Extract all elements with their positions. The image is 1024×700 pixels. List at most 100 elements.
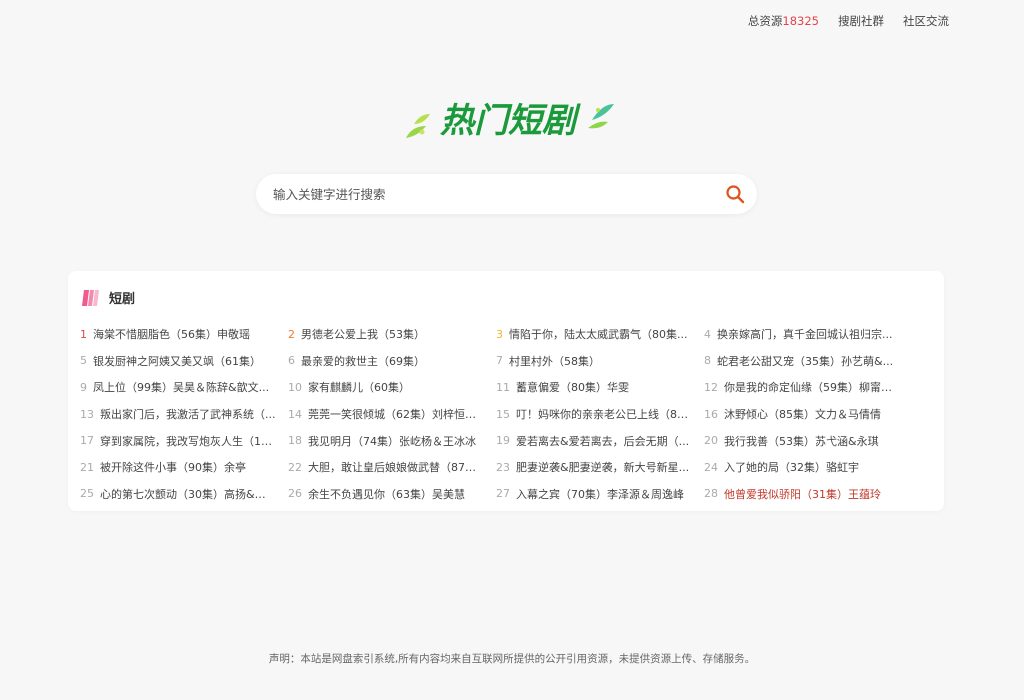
item-rank: 11 — [496, 380, 510, 394]
list-item[interactable]: 4 换亲嫁高门，真千金回城认祖归宗... — [704, 321, 912, 348]
list-item[interactable]: 20 我行我善（53集）苏弋涵&永琪 — [704, 427, 912, 454]
item-title: 海棠不惜胭脂色（56集）申敬瑶 — [93, 328, 250, 342]
item-title: 男德老公爱上我（53集） — [301, 328, 425, 342]
item-title: 情陷于你，陆太太威武霸气（80集... — [509, 328, 688, 342]
list-item[interactable]: 23 肥妻逆袭&肥妻逆袭，新大号新星... — [496, 454, 704, 481]
list-item[interactable]: 9 凤上位（99集）吴昊＆陈辞&歆文... — [80, 374, 288, 401]
item-rank: 3 — [496, 327, 503, 341]
item-rank: 1 — [80, 327, 87, 341]
item-title: 被开除这件小事（90集）余亭 — [100, 461, 246, 475]
item-rank: 21 — [80, 460, 94, 474]
item-title: 蓄意偏爱（80集）华雯 — [516, 381, 629, 395]
item-title: 余生不负遇见你（63集）吴美慧 — [308, 487, 465, 501]
item-rank: 12 — [704, 380, 718, 394]
item-title: 爱若离去&爱若离去，后会无期（... — [516, 434, 690, 448]
total-resources: 总资源18325 — [747, 14, 819, 28]
top-nav: 总资源18325 搜剧社群 社区交流 — [748, 13, 949, 29]
footer-disclaimer: 声明：本站是网盘索引系统,所有内容均来自互联网所提供的公开引用资源，未提供资源上… — [268, 653, 756, 665]
item-title: 我行我善（53集）苏弋涵&永琪 — [724, 434, 879, 448]
drama-list: 1 海棠不惜胭脂色（56集）申敬瑶 2 男德老公爱上我（53集） 3 情陷于你，陆太太威武… — [80, 321, 936, 507]
item-rank: 27 — [496, 487, 510, 501]
item-rank: 15 — [496, 407, 510, 421]
list-item[interactable]: 12 你是我的命定仙缘（59集）柳甯&... — [704, 374, 912, 401]
site-logo: 热门短剧 — [402, 96, 616, 146]
item-rank: 18 — [288, 434, 302, 448]
item-title: 凤上位（99集）吴昊＆陈辞&歆文... — [93, 381, 270, 395]
item-title: 肥妻逆袭&肥妻逆袭，新大号新星... — [516, 461, 690, 475]
list-item[interactable]: 13 叛出家门后，我激活了武神系统（... — [80, 401, 288, 428]
nav-link-community-forum[interactable]: 社区交流 — [903, 13, 949, 29]
list-item[interactable]: 8 蛇君老公甜又宠（35集）孙艺萌&... — [704, 348, 912, 375]
item-rank: 17 — [80, 434, 94, 448]
section-header: 短剧 — [82, 288, 135, 307]
list-item[interactable]: 1 海棠不惜胭脂色（56集）申敬瑶 — [80, 321, 288, 348]
search-button[interactable] — [713, 174, 757, 214]
item-title: 心的第七次颤动（30集）高扬&李... — [100, 487, 276, 501]
list-item[interactable]: 24 入了她的局（32集）骆虹宇 — [704, 454, 912, 481]
drama-list-card: 短剧 1 海棠不惜胭脂色（56集）申敬瑶 2 男德老公爱上我（53集） 3 情陷于你，陆太… — [68, 271, 944, 511]
item-title: 银发厨神之阿姨又美又飒（61集） — [93, 354, 261, 368]
nav-link-community-group[interactable]: 搜剧社群 — [838, 13, 884, 29]
item-title: 沐野倾心（85集）文力＆马倩倩 — [724, 408, 881, 422]
item-rank: 28 — [704, 487, 718, 501]
list-item[interactable]: 19 爱若离去&爱若离去，后会无期（... — [496, 427, 704, 454]
item-rank: 22 — [288, 460, 302, 474]
item-rank: 25 — [80, 487, 94, 501]
list-item[interactable]: 21 被开除这件小事（90集）余亭 — [80, 454, 288, 481]
item-rank: 5 — [80, 354, 87, 368]
item-rank: 8 — [704, 354, 711, 368]
item-rank: 24 — [704, 460, 718, 474]
item-title: 蛇君老公甜又宠（35集）孙艺萌&... — [717, 354, 894, 368]
item-title: 入了她的局（32集）骆虹宇 — [724, 461, 859, 475]
list-item[interactable]: 27 入幕之宾（70集）李泽源＆周逸峰 — [496, 481, 704, 508]
list-item[interactable]: 17 穿到家属院，我改写炮灰人生（11... — [80, 427, 288, 454]
list-item[interactable]: 15 叮！妈咪你的亲亲老公已上线（83... — [496, 401, 704, 428]
item-title: 换亲嫁高门，真千金回城认祖归宗... — [717, 328, 893, 342]
list-item[interactable]: 28 他曾爱我似骄阳（31集）王蕴玲 — [704, 481, 912, 508]
list-item[interactable]: 11 蓄意偏爱（80集）华雯 — [496, 374, 704, 401]
list-item[interactable]: 18 我见明月（74集）张屹杨＆王冰冰 — [288, 427, 496, 454]
list-item[interactable]: 26 余生不负遇见你（63集）吴美慧 — [288, 481, 496, 508]
search-input[interactable] — [256, 174, 713, 214]
item-title: 我见明月（74集）张屹杨＆王冰冰 — [308, 434, 476, 448]
item-title: 大胆，敢让皇后娘娘做武替（87集... — [308, 461, 484, 475]
item-rank: 26 — [288, 487, 302, 501]
list-item[interactable]: 2 男德老公爱上我（53集） — [288, 321, 496, 348]
list-item[interactable]: 6 最亲爱的救世主（69集） — [288, 348, 496, 375]
item-rank: 4 — [704, 327, 711, 341]
item-rank: 6 — [288, 354, 295, 368]
list-item[interactable]: 14 莞莞一笑很倾城（62集）刘梓恒&... — [288, 401, 496, 428]
item-title: 叮！妈咪你的亲亲老公已上线（83... — [516, 408, 692, 422]
bookmark-stripes-icon — [82, 289, 99, 306]
item-title: 他曾爱我似骄阳（31集）王蕴玲 — [724, 487, 881, 501]
item-title: 家有麒麟儿（60集） — [308, 381, 410, 395]
logo-text: 热门短剧 — [440, 101, 581, 141]
list-item[interactable]: 10 家有麒麟儿（60集） — [288, 374, 496, 401]
item-title: 穿到家属院，我改写炮灰人生（11... — [100, 434, 276, 448]
item-rank: 7 — [496, 354, 503, 368]
item-rank: 20 — [704, 434, 718, 448]
list-item[interactable]: 22 大胆，敢让皇后娘娘做武替（87集... — [288, 454, 496, 481]
item-title: 叛出家门后，我激活了武神系统（... — [100, 408, 276, 422]
list-item[interactable]: 5 银发厨神之阿姨又美又飒（61集） — [80, 348, 288, 375]
item-rank: 9 — [80, 380, 87, 394]
item-rank: 10 — [288, 380, 302, 394]
item-title: 入幕之宾（70集）李泽源＆周逸峰 — [516, 487, 684, 501]
search-box — [256, 174, 757, 214]
item-title: 你是我的命定仙缘（59集）柳甯&... — [724, 381, 900, 395]
item-title: 村里村外（58集） — [509, 354, 600, 368]
item-title: 最亲爱的救世主（69集） — [301, 354, 425, 368]
section-title: 短剧 — [109, 292, 136, 307]
list-item[interactable]: 3 情陷于你，陆太太威武霸气（80集... — [496, 321, 704, 348]
list-item[interactable]: 7 村里村外（58集） — [496, 348, 704, 375]
search-icon — [726, 185, 745, 204]
item-rank: 14 — [288, 407, 302, 421]
list-item[interactable]: 25 心的第七次颤动（30集）高扬&李... — [80, 481, 288, 508]
item-rank: 13 — [80, 407, 94, 421]
list-item[interactable]: 16 沐野倾心（85集）文力＆马倩倩 — [704, 401, 912, 428]
item-title: 莞莞一笑很倾城（62集）刘梓恒&... — [308, 408, 484, 422]
total-count: 18325 — [782, 14, 819, 28]
item-rank: 19 — [496, 434, 510, 448]
item-rank: 23 — [496, 460, 510, 474]
item-rank: 16 — [704, 407, 718, 421]
